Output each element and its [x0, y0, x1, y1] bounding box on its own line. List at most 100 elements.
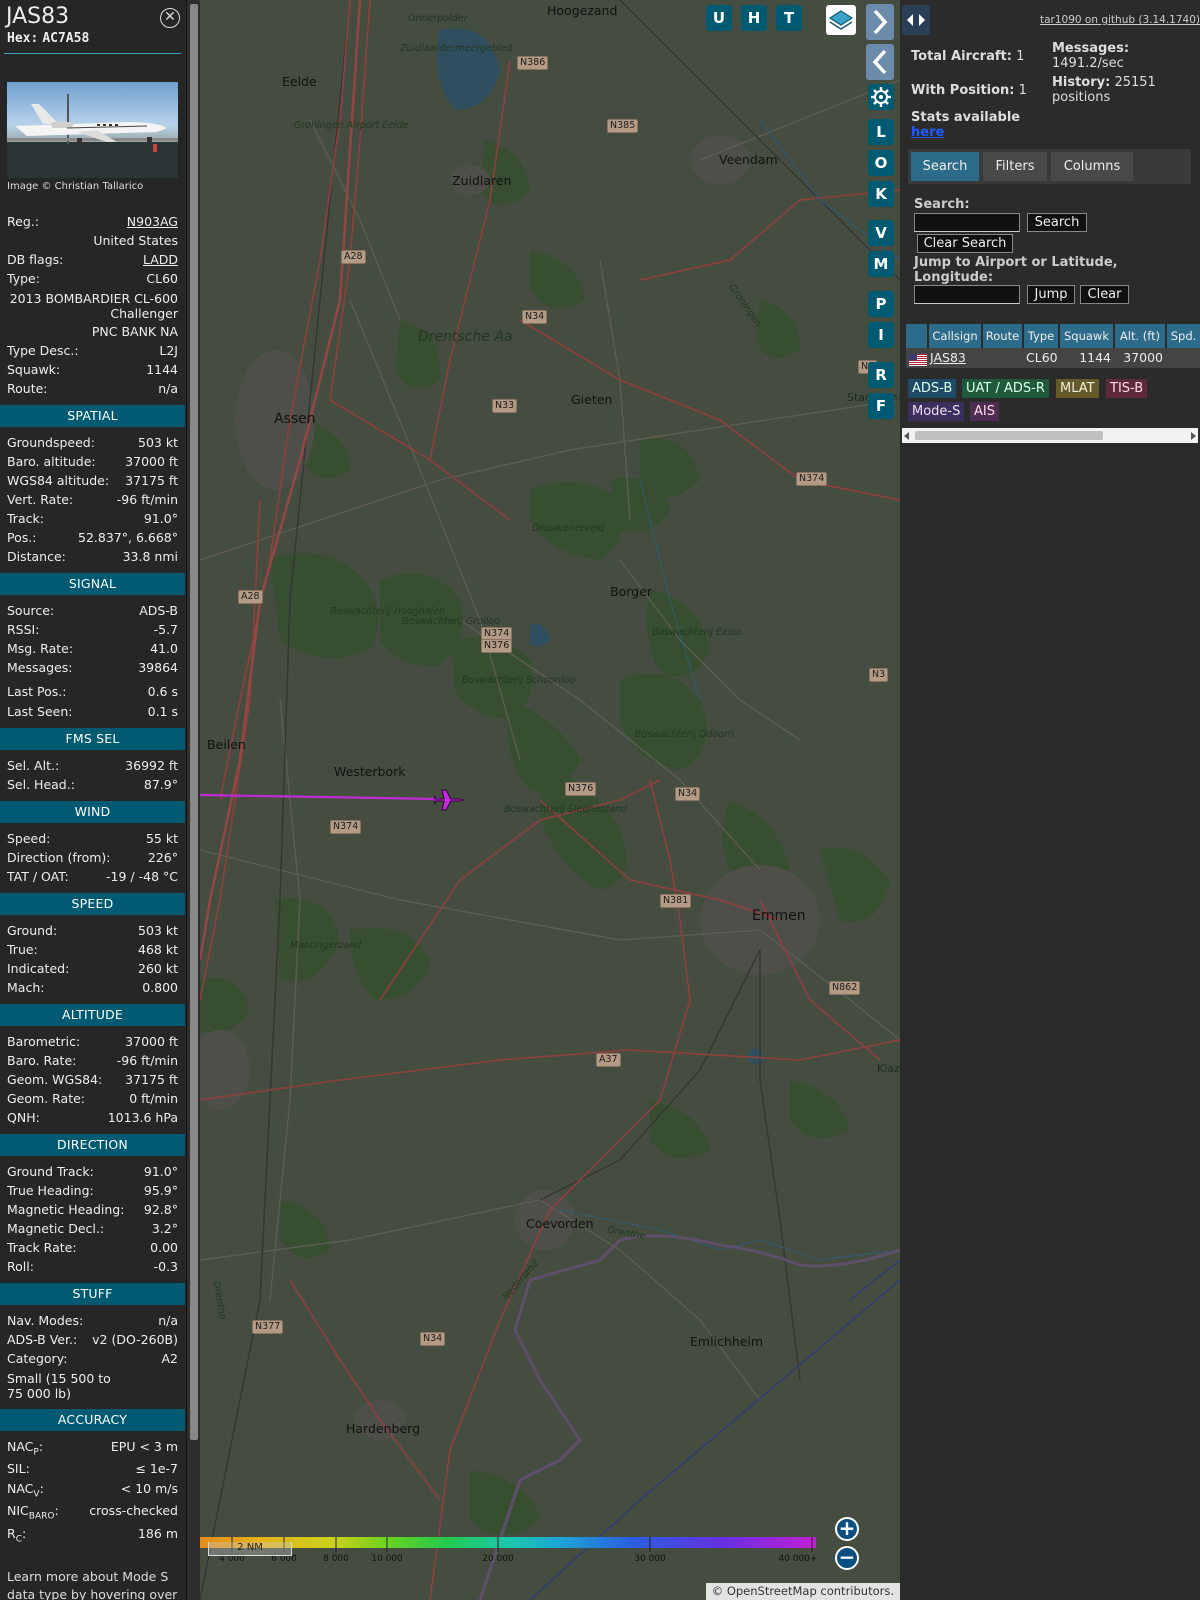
col-type[interactable]: Type — [1024, 324, 1058, 348]
source-badge-tisb[interactable]: TIS-B — [1106, 379, 1148, 398]
toggle-h-button[interactable]: H — [741, 5, 767, 31]
info-scrollbar[interactable] — [186, 0, 200, 1600]
road-shield: N33 — [492, 399, 518, 413]
road-shield: N862 — [829, 981, 861, 995]
settings-gear-icon[interactable] — [868, 84, 894, 110]
road-shield: N34 — [522, 310, 548, 324]
toggle-m-button[interactable]: M — [868, 251, 894, 277]
tab-filters[interactable]: Filters — [983, 152, 1047, 181]
col-route[interactable]: Route — [983, 324, 1022, 348]
row-value: 503 kt — [138, 923, 178, 938]
nacp-value: EPU < 3 m — [110, 1439, 178, 1454]
road-shield: N34 — [420, 1332, 446, 1346]
zoom-in-button[interactable]: + — [835, 1517, 859, 1541]
signal-row: Source: ADS-B — [7, 602, 178, 620]
col-speed[interactable]: Spd. — [1167, 324, 1200, 348]
spatial-row: Distance: 33.8 nmi — [7, 548, 178, 566]
row-label: ADS-B Ver.: — [7, 1332, 78, 1347]
section-accuracy: ACCURACY — [0, 1409, 185, 1431]
speed-row: Ground: 503 kt — [7, 922, 178, 940]
section-altitude: ALTITUDE — [0, 1004, 185, 1026]
source-badge-uat[interactable]: UAT / ADS-R — [962, 379, 1049, 398]
aircraft-marker-icon[interactable] — [434, 787, 464, 813]
spatial-row: Vert. Rate: -96 ft/min — [7, 491, 178, 509]
toggle-i-button[interactable]: I — [868, 322, 894, 348]
row-label: Speed: — [7, 831, 51, 846]
clear-search-button[interactable]: Clear Search — [917, 234, 1013, 253]
toggle-u-button[interactable]: U — [706, 5, 732, 31]
direction-row: Magnetic Heading: 92.8° — [7, 1201, 178, 1219]
row-label: Distance: — [7, 549, 66, 564]
toggle-t-button[interactable]: T — [776, 5, 802, 31]
type-full: 2013 BOMBARDIER CL-600 Challenger — [9, 291, 178, 321]
row-label: True: — [7, 942, 38, 957]
legend-tick: 40 000+ — [778, 1554, 818, 1564]
jump-button[interactable]: Jump — [1027, 285, 1075, 304]
tab-columns[interactable]: Columns — [1051, 152, 1133, 181]
stats-link[interactable]: here — [911, 125, 944, 140]
legend-tick: 30 000 — [634, 1554, 666, 1564]
row-value: -5.7 — [153, 622, 178, 637]
layers-icon[interactable] — [826, 5, 856, 35]
tab-search[interactable]: Search — [911, 152, 979, 181]
toggle-v-button[interactable]: V — [868, 220, 894, 246]
row-label: Msg. Rate: — [7, 641, 74, 656]
sidebar-toggle-icon[interactable] — [902, 5, 930, 35]
toggle-o-button[interactable]: O — [868, 150, 894, 176]
scroll-right-icon[interactable] — [1190, 432, 1196, 440]
row-callsign[interactable]: JAS83 — [930, 348, 980, 368]
sidebar-panel: tar1090 on github (3.14.1740) Total Airc… — [900, 0, 1200, 1600]
source-badge-mlat[interactable]: MLAT — [1056, 379, 1099, 398]
toggle-r-button[interactable]: R — [868, 362, 894, 388]
speed-row: Mach: 0.800 — [7, 979, 178, 997]
toggle-k-button[interactable]: K — [868, 181, 894, 207]
osm-link[interactable]: OpenStreetMap — [727, 1584, 817, 1598]
collapse-left-icon[interactable] — [866, 44, 894, 80]
row-value: 3.2° — [151, 1221, 178, 1236]
row-value: 37000 ft — [125, 1034, 178, 1049]
row-value: A2 — [161, 1351, 178, 1366]
close-icon[interactable]: ✕ — [160, 8, 180, 28]
col-callsign[interactable]: Callsign — [929, 324, 981, 348]
place-label: Veendam — [719, 152, 778, 167]
direction-row: Track Rate: 0.00 — [7, 1239, 178, 1257]
toggle-p-button[interactable]: P — [868, 291, 894, 317]
source-badge-adsb[interactable]: ADS-B — [908, 379, 957, 398]
col-flag[interactable] — [906, 324, 927, 348]
panel-tabs: Search Filters Columns — [908, 149, 1191, 184]
col-altitude[interactable]: Alt. (ft) — [1115, 324, 1165, 348]
toggle-f-button[interactable]: F — [868, 393, 894, 419]
dbflags-link[interactable]: LADD — [143, 251, 178, 269]
row-label: QNH: — [7, 1110, 40, 1125]
reg-link[interactable]: N903AG — [127, 213, 178, 231]
map-view[interactable]: Hoogezand Onnerpolder Zuidlaardermeergeb… — [200, 0, 900, 1600]
toggle-l-button[interactable]: L — [868, 119, 894, 145]
clear-button[interactable]: Clear — [1080, 285, 1129, 304]
expand-right-icon[interactable] — [866, 4, 894, 40]
stuff-row: Category: A2 — [7, 1350, 178, 1368]
road-shield: N376 — [481, 639, 513, 653]
section-wind: WIND — [0, 801, 185, 823]
source-badge-ais[interactable]: AIS — [970, 402, 999, 421]
scrollbar-thumb[interactable] — [915, 431, 1103, 440]
direction-row: Magnetic Decl.: 3.2° — [7, 1220, 178, 1238]
place-label: Boswachterij Sleenerzand — [504, 804, 627, 815]
dbflags-label: DB flags: — [7, 252, 64, 267]
search-button[interactable]: Search — [1027, 213, 1087, 232]
github-link[interactable]: tar1090 on github (3.14.1740) — [1040, 14, 1200, 26]
jump-input[interactable] — [914, 285, 1020, 304]
zoom-out-button[interactable]: − — [835, 1546, 859, 1570]
row-label: Ground Track: — [7, 1164, 94, 1179]
search-input[interactable] — [914, 213, 1020, 232]
scrollbar-thumb[interactable] — [190, 4, 198, 1440]
spatial-row: Groundspeed: 503 kt — [7, 434, 178, 452]
aircraft-photo[interactable] — [7, 82, 178, 178]
scroll-left-icon[interactable] — [904, 432, 910, 440]
row-value: -96 ft/min — [116, 1053, 178, 1068]
section-signal: SIGNAL — [0, 573, 185, 595]
table-horizontal-scrollbar[interactable] — [902, 428, 1198, 443]
col-squawk[interactable]: Squawk — [1060, 324, 1113, 348]
nicbaro-label: NICBARO: — [7, 1503, 59, 1522]
source-badge-modes[interactable]: Mode-S — [908, 402, 965, 421]
road-shield: A37 — [596, 1053, 621, 1067]
